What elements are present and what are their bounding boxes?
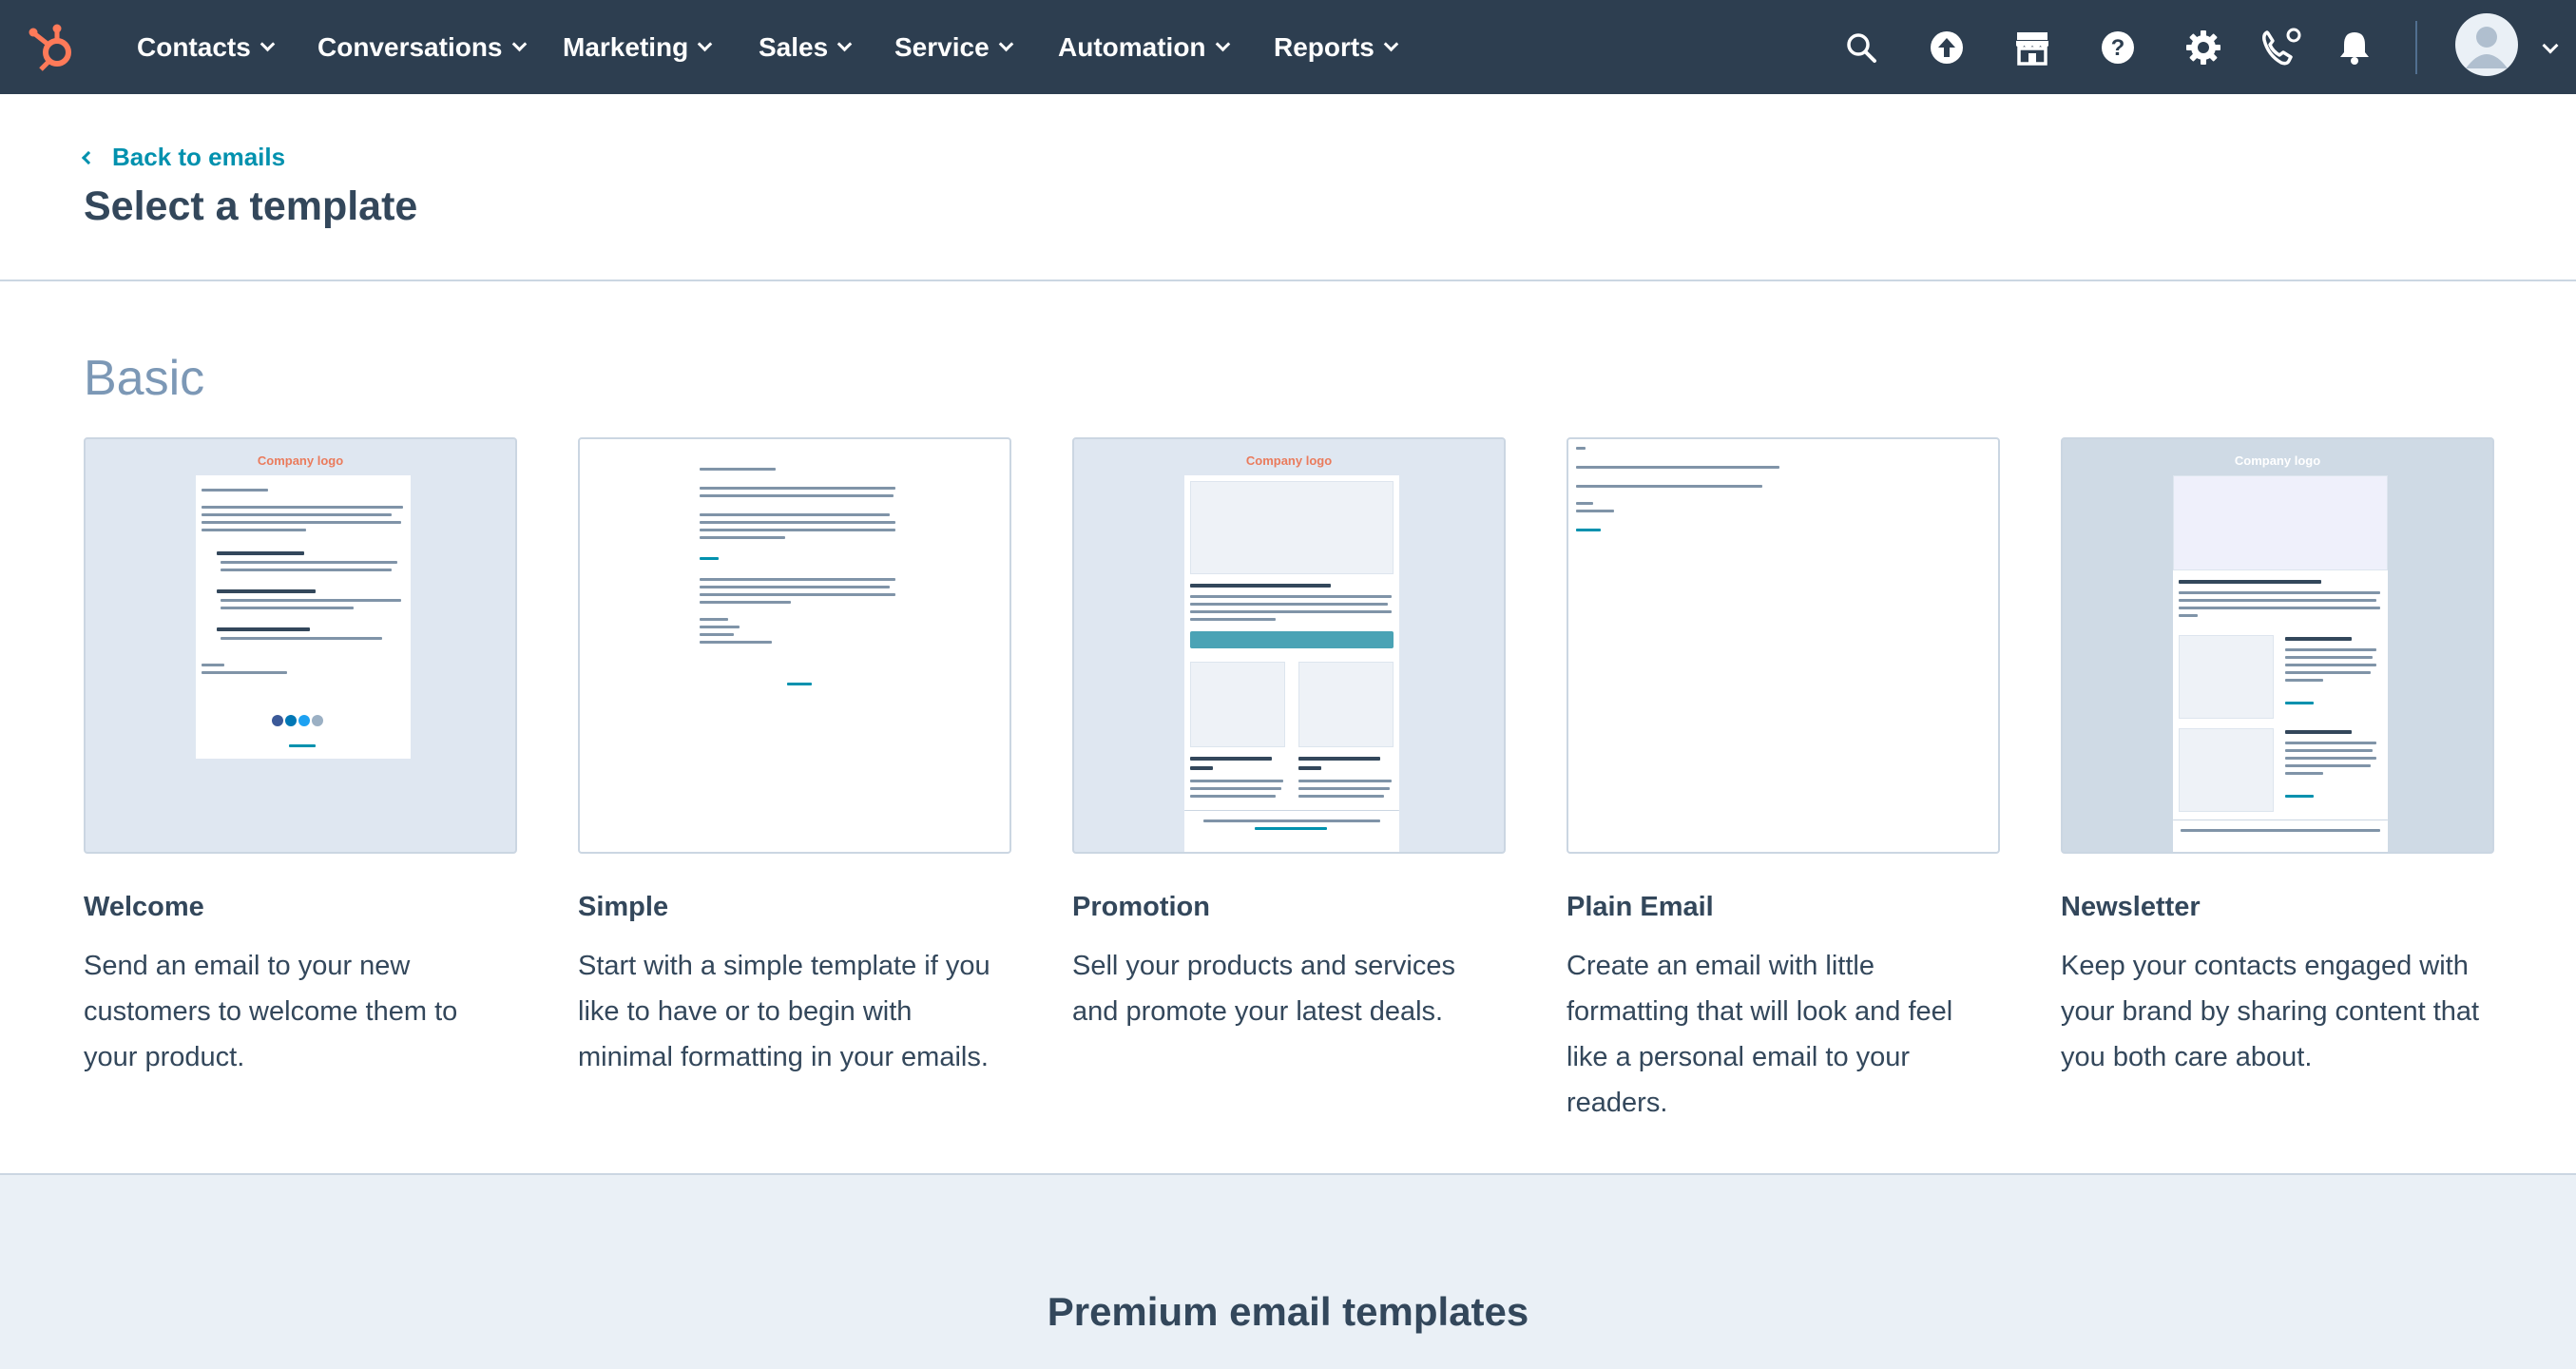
- chevron-down-icon: [1383, 36, 1399, 52]
- template-thumbnail-welcome[interactable]: Company logo: [84, 437, 517, 854]
- template-thumbnail-newsletter[interactable]: Company logo: [2061, 437, 2494, 854]
- notifications-icon[interactable]: [2333, 26, 2376, 69]
- template-description: Sell your products and services and prom…: [1072, 951, 1455, 1027]
- chevron-down-icon: [836, 36, 853, 52]
- template-name: Promotion: [1072, 892, 1210, 922]
- marketplace-icon[interactable]: [2010, 26, 2054, 69]
- nav-item-sales[interactable]: Sales: [759, 0, 853, 94]
- search-icon[interactable]: [1839, 26, 1883, 69]
- template-name: Newsletter: [2061, 892, 2201, 922]
- calling-icon[interactable]: [2259, 26, 2303, 69]
- template-description: Create an email with little formatting t…: [1567, 951, 1953, 1118]
- nav-divider: [2415, 21, 2417, 74]
- top-navigation-bar: Contacts Conversations Marketing Sales S…: [0, 0, 2576, 94]
- template-card-welcome[interactable]: Company logo Welcome Send an email to yo…: [84, 437, 517, 1072]
- upgrade-icon[interactable]: [1925, 26, 1969, 69]
- template-description: Keep your contacts engaged with your bra…: [2061, 951, 2480, 1072]
- template-name: Welcome: [84, 892, 204, 922]
- thumbnail-paper: [196, 475, 411, 759]
- help-icon[interactable]: ?: [2096, 26, 2140, 69]
- template-card-plain-email[interactable]: Plain Email Create an email with little …: [1567, 437, 2000, 1118]
- thumbnail-logo-text: Company logo: [2234, 453, 2321, 468]
- page-title: Select a template: [84, 183, 418, 229]
- hubspot-logo-icon[interactable]: [27, 21, 80, 74]
- template-card-promotion[interactable]: Company logo Promotion Sell your product…: [1072, 437, 1506, 1027]
- premium-templates-section: [0, 1173, 2576, 1369]
- back-to-emails-link[interactable]: Back to emails: [81, 143, 286, 172]
- template-thumbnail-plain-email[interactable]: [1567, 437, 2000, 854]
- thumbnail-paper: [1184, 475, 1399, 852]
- chevron-down-icon: [998, 36, 1013, 52]
- chevron-down-icon: [260, 36, 276, 52]
- template-thumbnail-promotion[interactable]: Company logo: [1072, 437, 1506, 854]
- settings-icon[interactable]: [2182, 26, 2225, 69]
- thumbnail-logo-text: Company logo: [1245, 453, 1333, 468]
- thumbnail-paper: [2173, 475, 2388, 852]
- chevron-down-icon: [511, 36, 527, 52]
- chevron-down-icon: [1215, 36, 1230, 52]
- template-description: Start with a simple template if you like…: [578, 951, 990, 1072]
- template-card-simple[interactable]: Simple Start with a simple template if y…: [578, 437, 1011, 1072]
- account-chevron-down-icon[interactable]: [2542, 37, 2559, 54]
- chevron-left-icon: [81, 150, 96, 164]
- nav-item-reports[interactable]: Reports: [1274, 0, 1399, 94]
- template-card-newsletter[interactable]: Company logo Newsletter Keep your contac…: [2061, 437, 2494, 1072]
- template-description: Send an email to your new customers to w…: [84, 951, 458, 1072]
- section-title-basic: Basic: [84, 351, 205, 406]
- premium-section-title: Premium email templates: [1047, 1289, 1529, 1334]
- chevron-down-icon: [697, 36, 713, 52]
- nav-item-automation[interactable]: Automation: [1058, 0, 1230, 94]
- back-link-label: Back to emails: [112, 143, 286, 171]
- avatar[interactable]: [2455, 13, 2518, 76]
- svg-text:?: ?: [2111, 35, 2125, 61]
- nav-item-marketing[interactable]: Marketing: [563, 0, 713, 94]
- nav-item-service[interactable]: Service: [894, 0, 1013, 94]
- header-divider: [0, 280, 2576, 281]
- template-thumbnail-simple[interactable]: [578, 437, 1011, 854]
- template-name: Plain Email: [1567, 892, 1714, 922]
- nav-item-contacts[interactable]: Contacts: [137, 0, 276, 94]
- nav-item-conversations[interactable]: Conversations: [317, 0, 527, 94]
- template-name: Simple: [578, 892, 669, 922]
- thumbnail-logo-text: Company logo: [257, 453, 344, 468]
